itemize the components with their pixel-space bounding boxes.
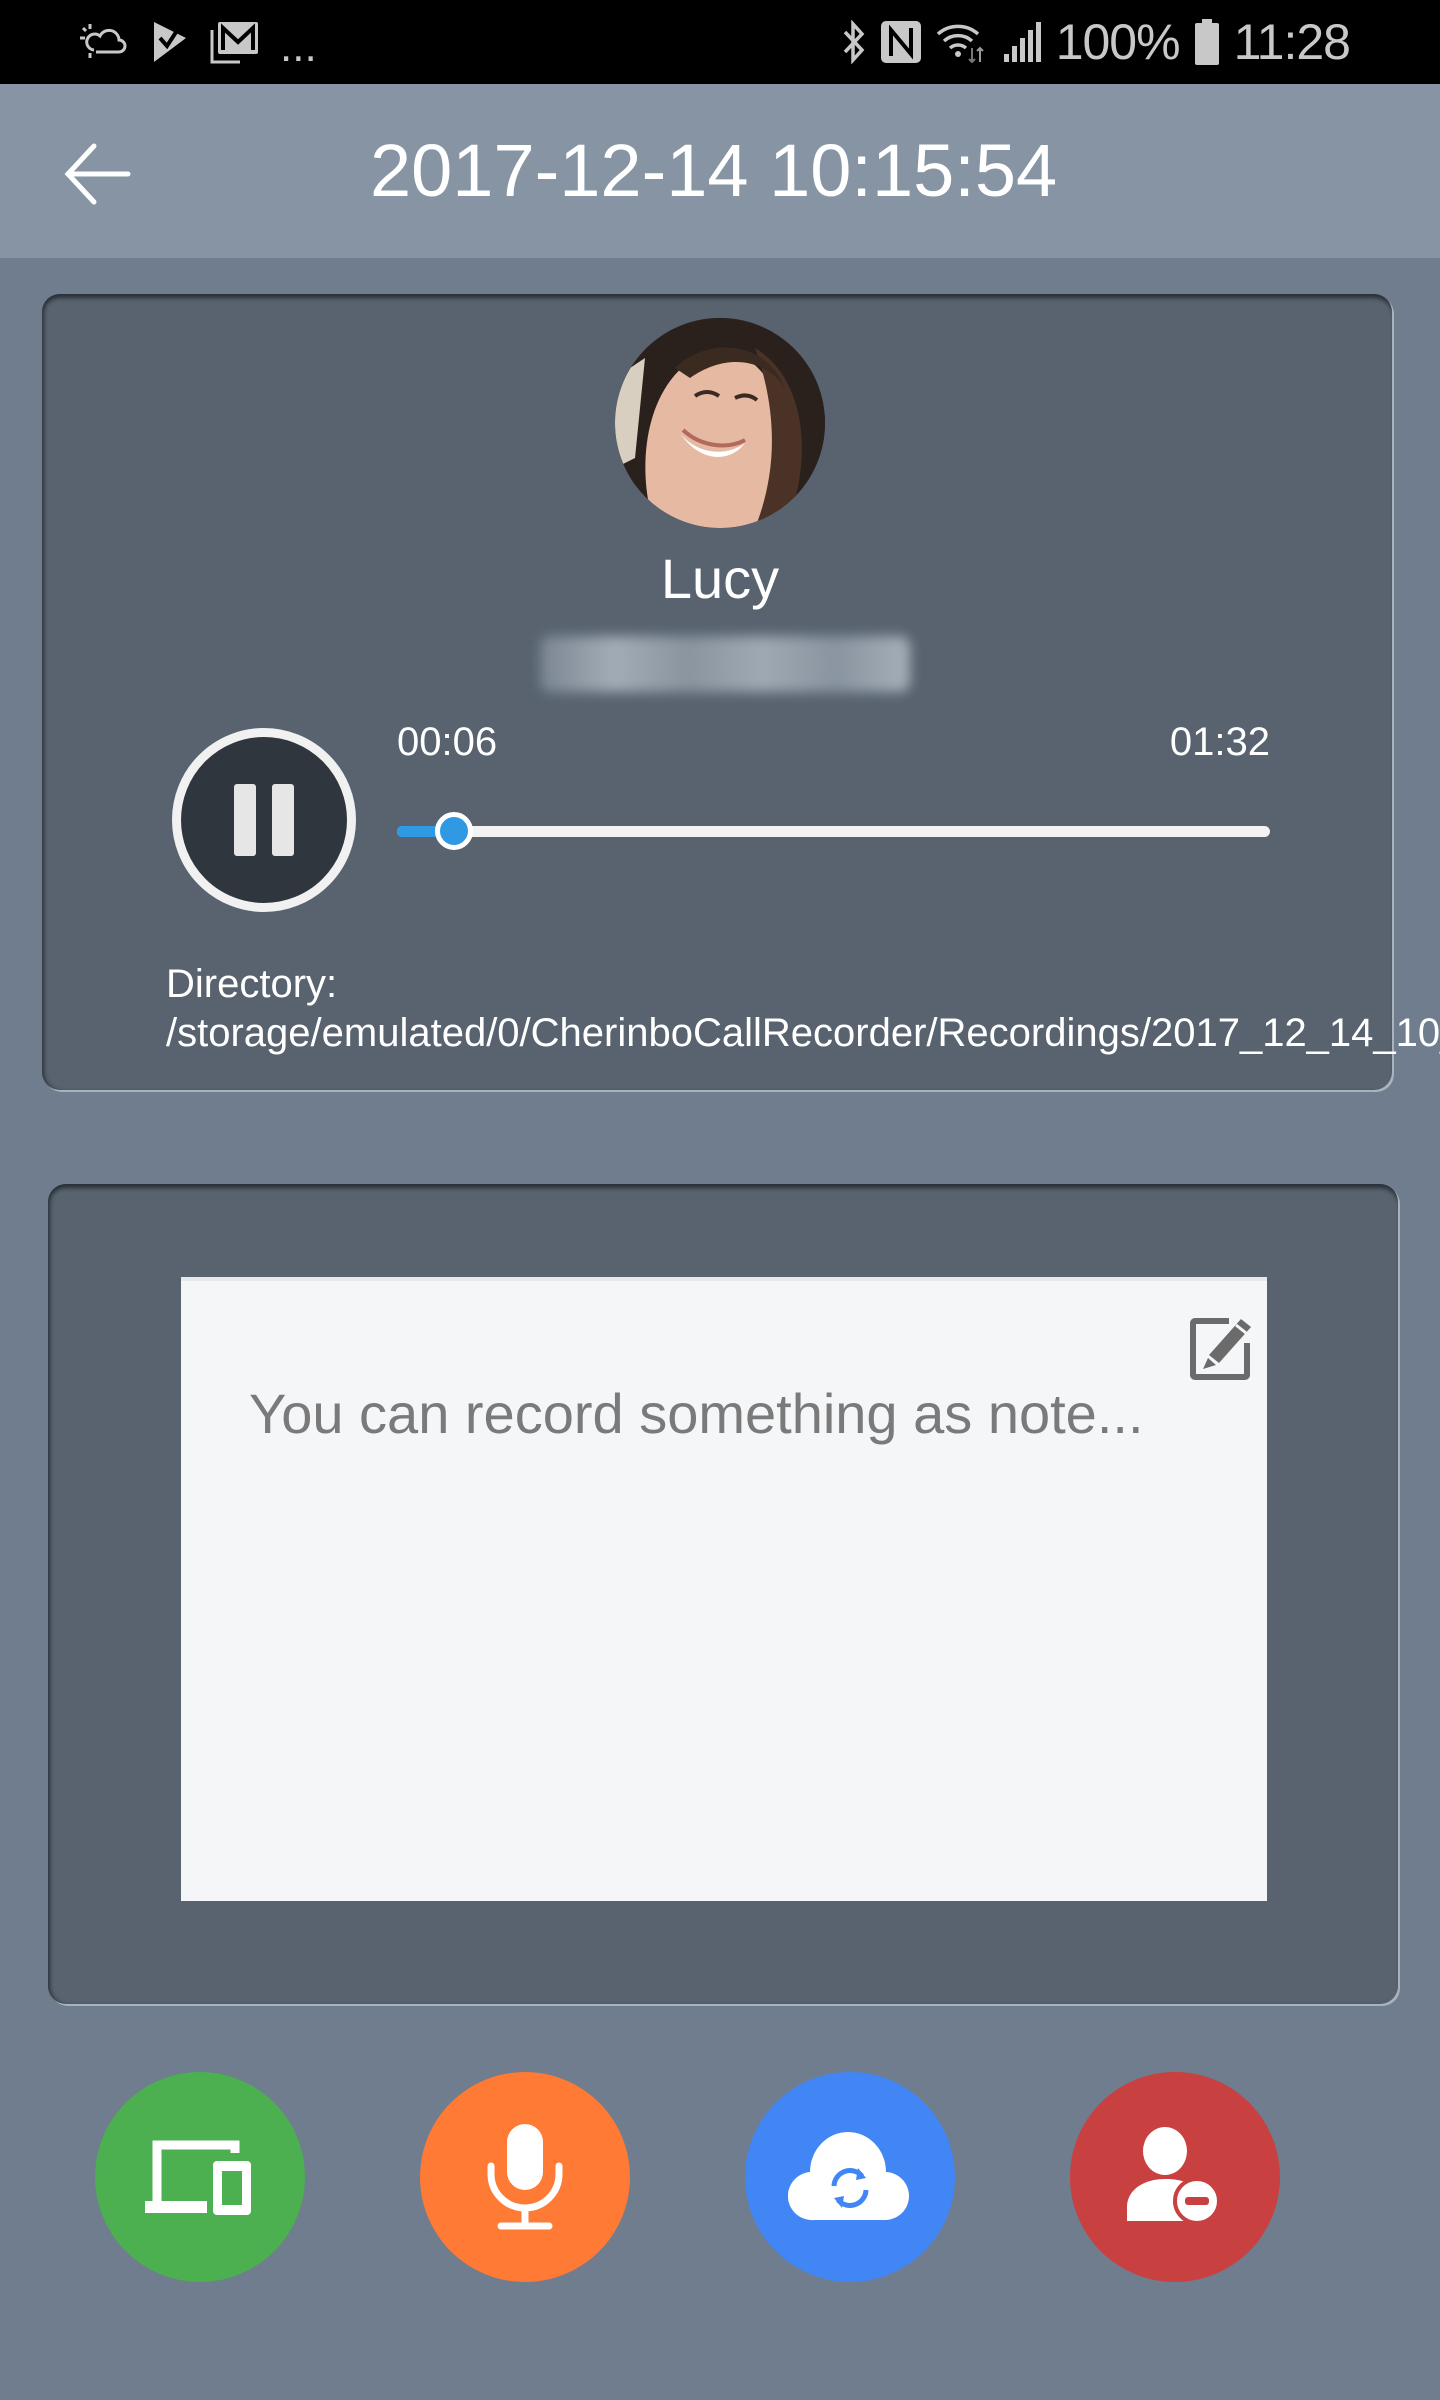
contact-name: Lucy <box>660 547 780 610</box>
page-title: 2017-12-14 10:15:54 <box>370 129 1058 212</box>
status-system: 100% 11:28 <box>842 14 1351 70</box>
bluetooth-icon <box>842 20 866 64</box>
signal-icon <box>1002 20 1042 64</box>
microphone-icon <box>487 2124 563 2230</box>
cloud-sync-icon <box>788 2132 910 2221</box>
back-button[interactable] <box>58 136 138 212</box>
battery-percentage: 100% <box>1055 14 1181 70</box>
recording-directory: Directory: /storage/emulated/0/CherinboC… <box>166 962 1440 1055</box>
notes-input[interactable]: You can record something as note... <box>181 1277 1267 1901</box>
contact-number-blurred: (blurred) <box>540 636 910 692</box>
total-duration: 01:32 <box>1169 720 1270 764</box>
gmail-icon <box>210 20 260 64</box>
record-voice-note-button[interactable] <box>420 2072 630 2282</box>
status-bar: ... 100% 11:28 <box>0 0 1440 84</box>
pause-button[interactable] <box>172 728 356 912</box>
battery-icon <box>1194 19 1220 65</box>
arrow-left-icon <box>64 143 131 205</box>
weather-icon <box>80 20 130 64</box>
notes-placeholder: You can record something as note... <box>249 1382 1144 1445</box>
contact-avatar <box>615 318 825 528</box>
current-time: 00:06 <box>397 720 498 764</box>
edit-note-button[interactable] <box>1189 1317 1253 1381</box>
person-remove-icon <box>1127 2127 1221 2225</box>
remove-contact-button[interactable] <box>1070 2072 1280 2282</box>
edit-icon <box>1190 1318 1251 1380</box>
status-notifications: ... <box>80 16 317 71</box>
seek-bar-thumb[interactable] <box>434 812 473 850</box>
cloud-sync-button[interactable] <box>745 2072 955 2282</box>
nfc-icon <box>880 20 922 64</box>
devices-icon <box>145 2140 251 2215</box>
more-notifications: ... <box>280 22 317 71</box>
tasks-check-icon <box>150 20 190 64</box>
wifi-icon <box>936 20 988 64</box>
clock: 11:28 <box>1233 14 1351 70</box>
seek-bar[interactable] <box>397 812 1270 850</box>
pause-icon <box>226 784 302 856</box>
devices-button[interactable] <box>95 2072 305 2282</box>
app-bar: 2017-12-14 10:15:54 <box>0 84 1440 258</box>
